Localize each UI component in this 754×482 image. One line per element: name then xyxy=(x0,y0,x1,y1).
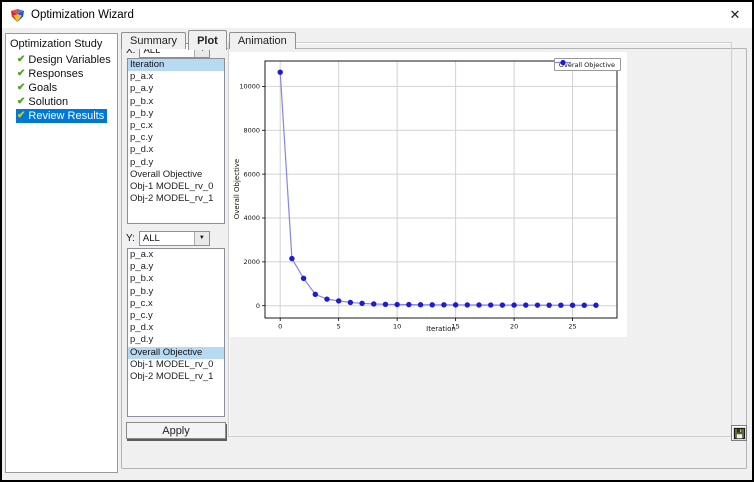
checkmark-icon: ✔ xyxy=(17,95,25,109)
svg-text:4000: 4000 xyxy=(243,214,260,222)
tab-animation[interactable]: Animation xyxy=(229,32,296,49)
objective-chart: 05101520250200040006000800010000 Overall… xyxy=(230,52,627,337)
list-item[interactable]: p_c.y xyxy=(128,310,224,322)
list-item[interactable]: p_a.x xyxy=(128,249,224,261)
svg-text:10000: 10000 xyxy=(239,83,260,91)
window-title: Optimization Wizard xyxy=(31,9,134,21)
app-logo-icon xyxy=(10,8,25,23)
checkmark-icon: ✔ xyxy=(17,81,25,95)
list-item[interactable]: p_c.x xyxy=(128,298,224,310)
svg-text:0: 0 xyxy=(256,302,260,310)
list-item[interactable]: p_d.y xyxy=(128,157,224,169)
list-item[interactable]: p_b.x xyxy=(128,273,224,285)
list-item[interactable]: p_c.y xyxy=(128,132,224,144)
list-item[interactable]: Overall Objective xyxy=(128,347,224,359)
tree-item-review-results[interactable]: ✔Review Results xyxy=(16,109,107,123)
save-plot-button[interactable] xyxy=(731,425,747,441)
dropdown-arrow-icon[interactable]: ▼ xyxy=(194,232,209,245)
list-item[interactable]: Overall Objective xyxy=(128,169,224,181)
study-tree-panel: Optimization Study ✔Design Variables✔Res… xyxy=(5,33,118,473)
tree-items: ✔Design Variables✔Responses✔Goals✔Soluti… xyxy=(8,53,115,123)
y-axis-dropdown[interactable]: ALL ▼ xyxy=(139,231,210,246)
checkmark-icon: ✔ xyxy=(17,67,25,81)
list-item[interactable]: Obj-1 MODEL_rv_0 xyxy=(128,181,224,193)
list-item[interactable]: Obj-2 MODEL_rv_1 xyxy=(128,371,224,383)
list-item[interactable]: Obj-2 MODEL_rv_1 xyxy=(128,193,224,205)
list-item[interactable]: p_a.x xyxy=(128,71,224,83)
optimization-wizard-window: Optimization Wizard ✕ Optimization Study… xyxy=(0,0,754,482)
tree-item-design-variables[interactable]: ✔Design Variables xyxy=(16,53,114,67)
legend-marker-icon xyxy=(555,59,571,66)
y-axis-selector-row: Y: ALL ▼ xyxy=(126,230,210,246)
chart-x-axis-title: Iteration xyxy=(265,325,617,333)
list-item[interactable]: p_c.x xyxy=(128,120,224,132)
tree-item-label: Review Results xyxy=(28,109,104,123)
y-axis-label: Y: xyxy=(126,233,135,244)
tree-item-label: Design Variables xyxy=(28,53,110,67)
close-icon[interactable]: ✕ xyxy=(726,6,744,24)
save-icon xyxy=(734,428,745,439)
y-axis-dropdown-value: ALL xyxy=(140,233,194,244)
tab-plot[interactable]: Plot xyxy=(188,30,227,50)
tree-item-label: Solution xyxy=(28,95,68,109)
tab-bar: Summary Plot Animation xyxy=(121,30,298,49)
tree-item-label: Goals xyxy=(28,81,57,95)
svg-text:6000: 6000 xyxy=(243,170,260,178)
tree-item-responses[interactable]: ✔Responses xyxy=(16,67,86,81)
chart-plot-area: 05101520250200040006000800010000 xyxy=(230,52,627,337)
chart-y-axis-title: Overall Objective xyxy=(233,159,241,219)
checkmark-icon: ✔ xyxy=(17,53,25,67)
list-item[interactable]: Iteration xyxy=(128,59,224,71)
list-item[interactable]: p_d.y xyxy=(128,334,224,346)
list-item[interactable]: p_b.y xyxy=(128,108,224,120)
list-item[interactable]: p_a.y xyxy=(128,83,224,95)
tree-item-solution[interactable]: ✔Solution xyxy=(16,95,71,109)
apply-button[interactable]: Apply xyxy=(126,422,226,439)
x-axis-listbox[interactable]: Iterationp_a.xp_a.yp_b.xp_b.yp_c.xp_c.yp… xyxy=(127,58,225,224)
tree-root-label: Optimization Study xyxy=(8,37,115,53)
list-item[interactable]: p_b.y xyxy=(128,286,224,298)
list-item[interactable]: p_d.x xyxy=(128,322,224,334)
svg-text:8000: 8000 xyxy=(243,126,260,134)
list-item[interactable]: p_b.x xyxy=(128,96,224,108)
tree-item-goals[interactable]: ✔Goals xyxy=(16,81,60,95)
chart-legend: Overall Objective xyxy=(554,58,621,71)
list-item[interactable]: p_d.x xyxy=(128,144,224,156)
tree-item-label: Responses xyxy=(28,67,83,81)
checkmark-icon: ✔ xyxy=(17,109,25,123)
svg-text:2000: 2000 xyxy=(243,258,260,266)
list-item[interactable]: p_a.y xyxy=(128,261,224,273)
title-bar: Optimization Wizard ✕ xyxy=(2,2,752,28)
tab-summary[interactable]: Summary xyxy=(121,32,186,49)
y-axis-listbox[interactable]: p_a.xp_a.yp_b.xp_b.yp_c.xp_c.yp_d.xp_d.y… xyxy=(127,248,225,417)
list-item[interactable]: Obj-1 MODEL_rv_0 xyxy=(128,359,224,371)
